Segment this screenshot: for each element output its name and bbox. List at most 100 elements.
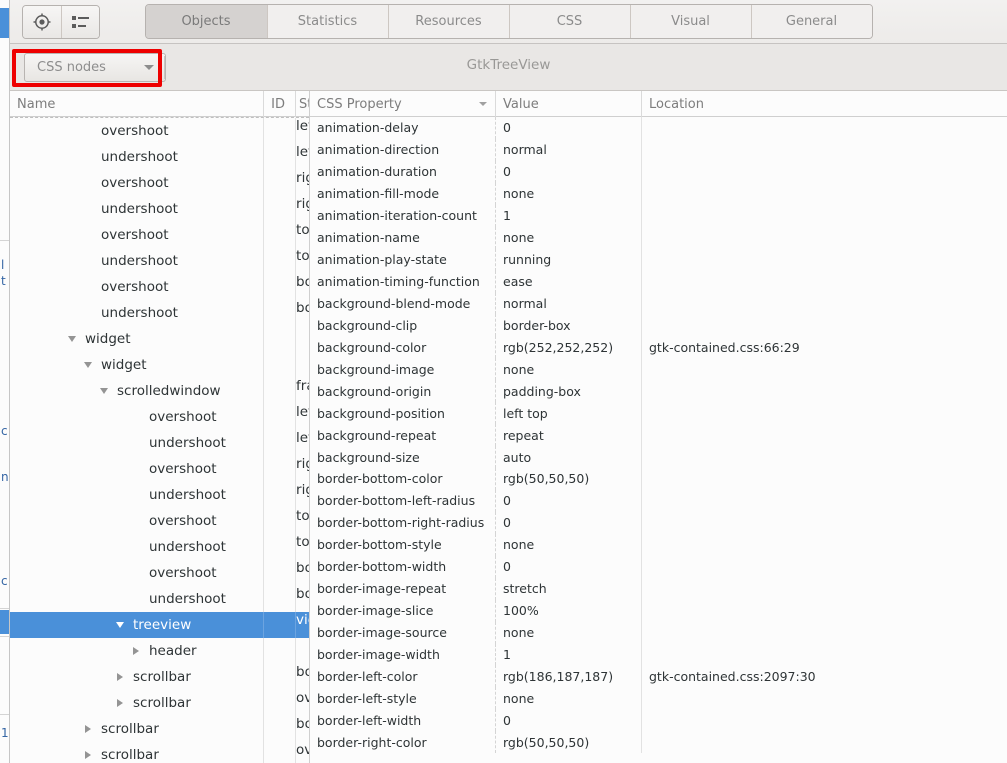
css-property-name-cell: background-image (310, 358, 496, 380)
css-property-location-cell (642, 600, 1007, 622)
inspect-target-button[interactable] (23, 6, 61, 38)
css-property-row[interactable]: animation-fill-modenone (310, 183, 1007, 205)
css-property-row[interactable]: border-image-sourcenone (310, 622, 1007, 644)
css-property-row[interactable]: animation-duration0 (310, 161, 1007, 183)
css-property-value-cell: 100% (496, 600, 642, 622)
tree-row-id-cell (264, 534, 296, 560)
object-tree-panel: Name ID St overshootlefundershootlefover… (10, 91, 310, 763)
tree-row[interactable]: undershootlef (10, 144, 309, 170)
tree-row[interactable]: overshootlef (10, 118, 309, 144)
tree-row[interactable]: overshootrig (10, 456, 309, 482)
tree-row-label: overshoot (149, 513, 217, 529)
tree-expander-closed-icon[interactable] (112, 699, 128, 707)
divider (0, 608, 9, 609)
css-property-row[interactable]: background-blend-modenormal (310, 293, 1007, 315)
css-property-row[interactable]: border-image-slice100% (310, 600, 1007, 622)
css-property-row[interactable]: animation-delay0 (310, 117, 1007, 139)
css-property-row[interactable]: background-positionleft top (310, 402, 1007, 424)
tree-expander-closed-icon[interactable] (80, 751, 96, 759)
tree-row[interactable]: undershootbo (10, 300, 309, 326)
tree-row[interactable]: undershootbo (10, 586, 309, 612)
css-property-row[interactable]: background-repeatrepeat (310, 424, 1007, 446)
css-property-value-cell: rgb(252,252,252) (496, 336, 642, 358)
tree-row-label: scrollbar (133, 669, 191, 685)
tree-row[interactable]: widget (10, 352, 309, 378)
css-property-row[interactable]: background-originpadding-box (310, 380, 1007, 402)
css-property-row[interactable]: animation-play-staterunning (310, 249, 1007, 271)
css-property-row[interactable]: background-colorrgb(252,252,252)gtk-cont… (310, 336, 1007, 358)
tab-visual[interactable]: Visual (630, 5, 751, 38)
tree-row-name-cell: overshoot (10, 456, 264, 482)
css-property-row[interactable]: background-sizeauto (310, 446, 1007, 468)
tab-statistics[interactable]: Statistics (267, 5, 388, 38)
column-header-name[interactable]: Name (10, 91, 264, 117)
css-property-name-cell: border-bottom-color (310, 468, 496, 490)
css-property-row[interactable]: border-bottom-left-radius0 (310, 490, 1007, 512)
css-property-location-cell (642, 556, 1007, 578)
tab-objects[interactable]: Objects (146, 5, 267, 38)
tree-expander-closed-icon[interactable] (80, 725, 96, 733)
tree-row[interactable]: scrollbarov (10, 690, 309, 716)
tree-row[interactable]: overshootto (10, 508, 309, 534)
toolbar-button-group (22, 5, 100, 39)
tab-resources[interactable]: Resources (388, 5, 509, 38)
css-property-row[interactable]: animation-iteration-count1 (310, 205, 1007, 227)
tree-row[interactable]: undershootto (10, 248, 309, 274)
tree-row[interactable]: header (10, 638, 309, 664)
tree-row[interactable]: overshootbo (10, 560, 309, 586)
css-property-row[interactable]: border-bottom-width0 (310, 556, 1007, 578)
column-header-css-property[interactable]: CSS Property (310, 91, 496, 117)
divider (0, 714, 9, 715)
css-property-row[interactable]: border-bottom-colorrgb(50,50,50) (310, 468, 1007, 490)
tree-expander-open-icon[interactable] (64, 336, 80, 342)
tree-row[interactable]: scrollbarbo (10, 664, 309, 690)
css-property-row[interactable]: background-imagenone (310, 358, 1007, 380)
tree-row[interactable]: treeviewvie (10, 612, 309, 638)
tab-css[interactable]: CSS (509, 5, 630, 38)
tree-row-name-cell: undershoot (10, 586, 264, 612)
list-detail-icon (72, 15, 90, 29)
tree-row[interactable]: overshootrig (10, 170, 309, 196)
background-fragment: t (1, 274, 6, 288)
css-property-value-cell: border-box (496, 314, 642, 336)
css-property-row[interactable]: background-clipborder-box (310, 314, 1007, 336)
css-property-row[interactable]: border-image-width1 (310, 644, 1007, 666)
tree-row[interactable]: undershootlef (10, 430, 309, 456)
tree-row[interactable]: overshootlef (10, 404, 309, 430)
column-header-value[interactable]: Value (496, 91, 642, 117)
tree-expander-open-icon[interactable] (96, 388, 112, 394)
tree-row[interactable]: overshootbo (10, 274, 309, 300)
tab-general[interactable]: General (751, 5, 872, 38)
css-property-row[interactable]: border-left-colorrgb(186,187,187)gtk-con… (310, 665, 1007, 687)
css-property-row[interactable]: border-left-stylenone (310, 687, 1007, 709)
css-property-row[interactable]: animation-directionnormal (310, 139, 1007, 161)
object-details-button[interactable] (61, 6, 99, 38)
tree-expander-closed-icon[interactable] (128, 647, 144, 655)
css-property-location-cell (642, 271, 1007, 293)
tree-row-name-cell: scrollbar (10, 716, 264, 742)
tree-row-label: undershoot (149, 487, 226, 503)
tree-row[interactable]: undershootto (10, 534, 309, 560)
tree-expander-closed-icon[interactable] (112, 673, 128, 681)
column-header-state[interactable]: St (296, 91, 309, 117)
css-property-row[interactable]: animation-timing-functionease (310, 271, 1007, 293)
css-property-row[interactable]: border-bottom-right-radius0 (310, 512, 1007, 534)
tree-expander-open-icon[interactable] (80, 362, 96, 368)
tree-row[interactable]: undershootrig (10, 196, 309, 222)
column-header-location[interactable]: Location (642, 91, 1007, 117)
tree-expander-open-icon[interactable] (112, 622, 128, 628)
css-property-row[interactable]: border-bottom-stylenone (310, 534, 1007, 556)
css-property-value-cell: normal (496, 139, 642, 161)
tree-row[interactable]: scrollbarbo (10, 716, 309, 742)
css-property-row[interactable]: border-left-width0 (310, 709, 1007, 731)
css-property-row[interactable]: border-right-colorrgb(50,50,50) (310, 731, 1007, 753)
css-property-row[interactable]: animation-namenone (310, 227, 1007, 249)
tree-row[interactable]: scrollbarov (10, 742, 309, 763)
tree-row[interactable]: widget (10, 326, 309, 352)
tree-row[interactable]: undershootrig (10, 482, 309, 508)
tree-row[interactable]: scrolledwindowfra (10, 378, 309, 404)
css-property-name-cell: background-position (310, 402, 496, 424)
tree-row[interactable]: overshootto (10, 222, 309, 248)
css-property-row[interactable]: border-image-repeatstretch (310, 578, 1007, 600)
column-header-id[interactable]: ID (264, 91, 296, 117)
